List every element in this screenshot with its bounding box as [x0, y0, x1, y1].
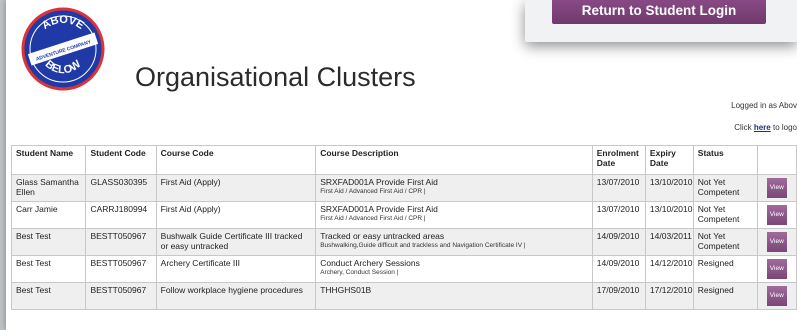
cell-expiry-date: 14/03/2011	[644, 228, 694, 256]
view-button[interactable]: View	[766, 232, 787, 252]
view-button[interactable]: View	[766, 178, 787, 198]
cell-student-code: BESTT050967	[85, 255, 157, 283]
table-row: Best Test BESTT050967 Bushwalk Guide Cer…	[10, 228, 797, 256]
cell-actions: View	[756, 174, 797, 202]
logout-suffix: to logo	[770, 123, 797, 132]
cell-student-name: Best Test	[10, 255, 87, 283]
course-description-text: Conduct Archery Sessions	[320, 258, 420, 268]
table-row: Glass Samantha Ellen GLASS030395 First A…	[10, 174, 797, 202]
course-description-sub: Bushwalking,Guide difficult and trackles…	[320, 242, 526, 249]
cell-student-name: Best Test	[10, 282, 87, 310]
cell-course-description: THHGHS01B	[315, 282, 593, 310]
course-description-sub: Archery, Conduct Session |	[320, 269, 399, 276]
cell-course-description: SRXFAD001A Provide First Aid First Aid / …	[315, 201, 593, 229]
table-header-row: Student Name Student Code Course Code Co…	[10, 145, 797, 175]
view-button[interactable]: View	[766, 259, 787, 279]
column-header-expiry-date: Expiry Date	[644, 145, 694, 175]
cell-status: Resigned	[692, 255, 758, 283]
cell-expiry-date: 14/12/2010	[644, 255, 694, 283]
cell-student-name: Glass Samantha Ellen	[10, 174, 87, 202]
view-button[interactable]: View	[766, 205, 787, 225]
cell-student-code: GLASS030395	[85, 174, 157, 202]
page-title: Organisational Clusters	[135, 62, 416, 92]
cell-course-code: Bushwalk Guide Certificate III tracked o…	[155, 228, 317, 256]
cell-course-description: SRXFAD001A Provide First Aid First Aid / …	[315, 174, 593, 202]
cell-enrolment-date: 13/07/2010	[591, 201, 646, 229]
course-description-text: THHGHS01B	[320, 285, 372, 295]
course-description-text: SRXFAD001A Provide First Aid	[320, 177, 438, 187]
cell-student-name: Best Test	[10, 228, 87, 256]
cell-course-code: Follow workplace hygiene procedures	[155, 282, 317, 310]
cell-student-code: BESTT050967	[85, 282, 157, 310]
cell-actions: View	[756, 282, 797, 310]
cell-student-code: CARRJ180994	[85, 201, 157, 229]
cell-course-code: First Aid (Apply)	[155, 201, 317, 229]
cell-actions: View	[756, 228, 797, 256]
table-row: Carr Jamie CARRJ180994 First Aid (Apply)…	[10, 201, 797, 229]
cell-expiry-date: 13/10/2010	[644, 201, 694, 229]
cell-enrolment-date: 14/09/2010	[591, 255, 646, 283]
cell-student-name: Carr Jamie	[10, 201, 87, 229]
cell-status: Resigned	[692, 282, 758, 310]
column-header-status: Status	[692, 145, 758, 175]
logout-info: Click here to logo	[734, 123, 797, 132]
clusters-table: Student Name Student Code Course Code Co…	[10, 145, 797, 310]
cell-enrolment-date: 17/09/2010	[591, 282, 646, 310]
logged-in-info: Logged in as Abov	[731, 101, 797, 110]
cell-course-description: Conduct Archery Sessions Archery, Conduct…	[315, 255, 593, 283]
view-button[interactable]: View	[766, 286, 787, 306]
cell-actions: View	[756, 201, 797, 229]
cell-course-description: Tracked or easy untracked areas Bushwalki…	[315, 228, 593, 256]
cell-status: Not Yet Competent	[692, 228, 758, 256]
cell-expiry-date: 17/12/2010	[644, 282, 694, 310]
table-row: Best Test BESTT050967 Archery Certificat…	[10, 255, 797, 283]
table-row: Best Test BESTT050967 Follow workplace h…	[10, 282, 797, 310]
cell-course-code: Archery Certificate III	[155, 255, 317, 283]
cell-enrolment-date: 14/09/2010	[591, 228, 646, 256]
column-header-student-code: Student Code	[85, 145, 157, 175]
course-description-text: SRXFAD001A Provide First Aid	[320, 204, 438, 214]
course-description-sub: First Aid / Advanced First Aid / CPR |	[320, 188, 426, 195]
cell-expiry-date: 13/10/2010	[644, 174, 694, 202]
course-description-text: Tracked or easy untracked areas	[320, 231, 445, 241]
column-header-student-name: Student Name	[10, 145, 87, 175]
cell-course-code: First Aid (Apply)	[155, 174, 317, 202]
cell-enrolment-date: 13/07/2010	[591, 174, 646, 202]
return-to-student-login-button[interactable]: Return to Student Login	[552, 0, 766, 24]
course-description-sub: First Aid / Advanced First Aid / CPR |	[320, 215, 426, 222]
cell-actions: View	[756, 255, 797, 283]
return-overlay-panel: Return to Student Login	[525, 0, 797, 42]
column-header-enrolment-date: Enrolment Date	[591, 145, 646, 175]
cell-status: Not Yet Competent	[692, 174, 758, 202]
column-header-actions	[756, 145, 797, 175]
page-container: ABOVE ADVENTURE COMPANY BELOW Organisati…	[6, 0, 797, 330]
cell-status: Not Yet Competent	[692, 201, 758, 229]
column-header-course-code: Course Code	[155, 145, 317, 175]
logout-link[interactable]: here	[754, 123, 771, 132]
company-logo: ABOVE ADVENTURE COMPANY BELOW	[21, 7, 105, 91]
logout-prefix: Click	[734, 123, 754, 132]
cell-student-code: BESTT050967	[85, 228, 157, 256]
column-header-course-description: Course Description	[315, 145, 593, 175]
